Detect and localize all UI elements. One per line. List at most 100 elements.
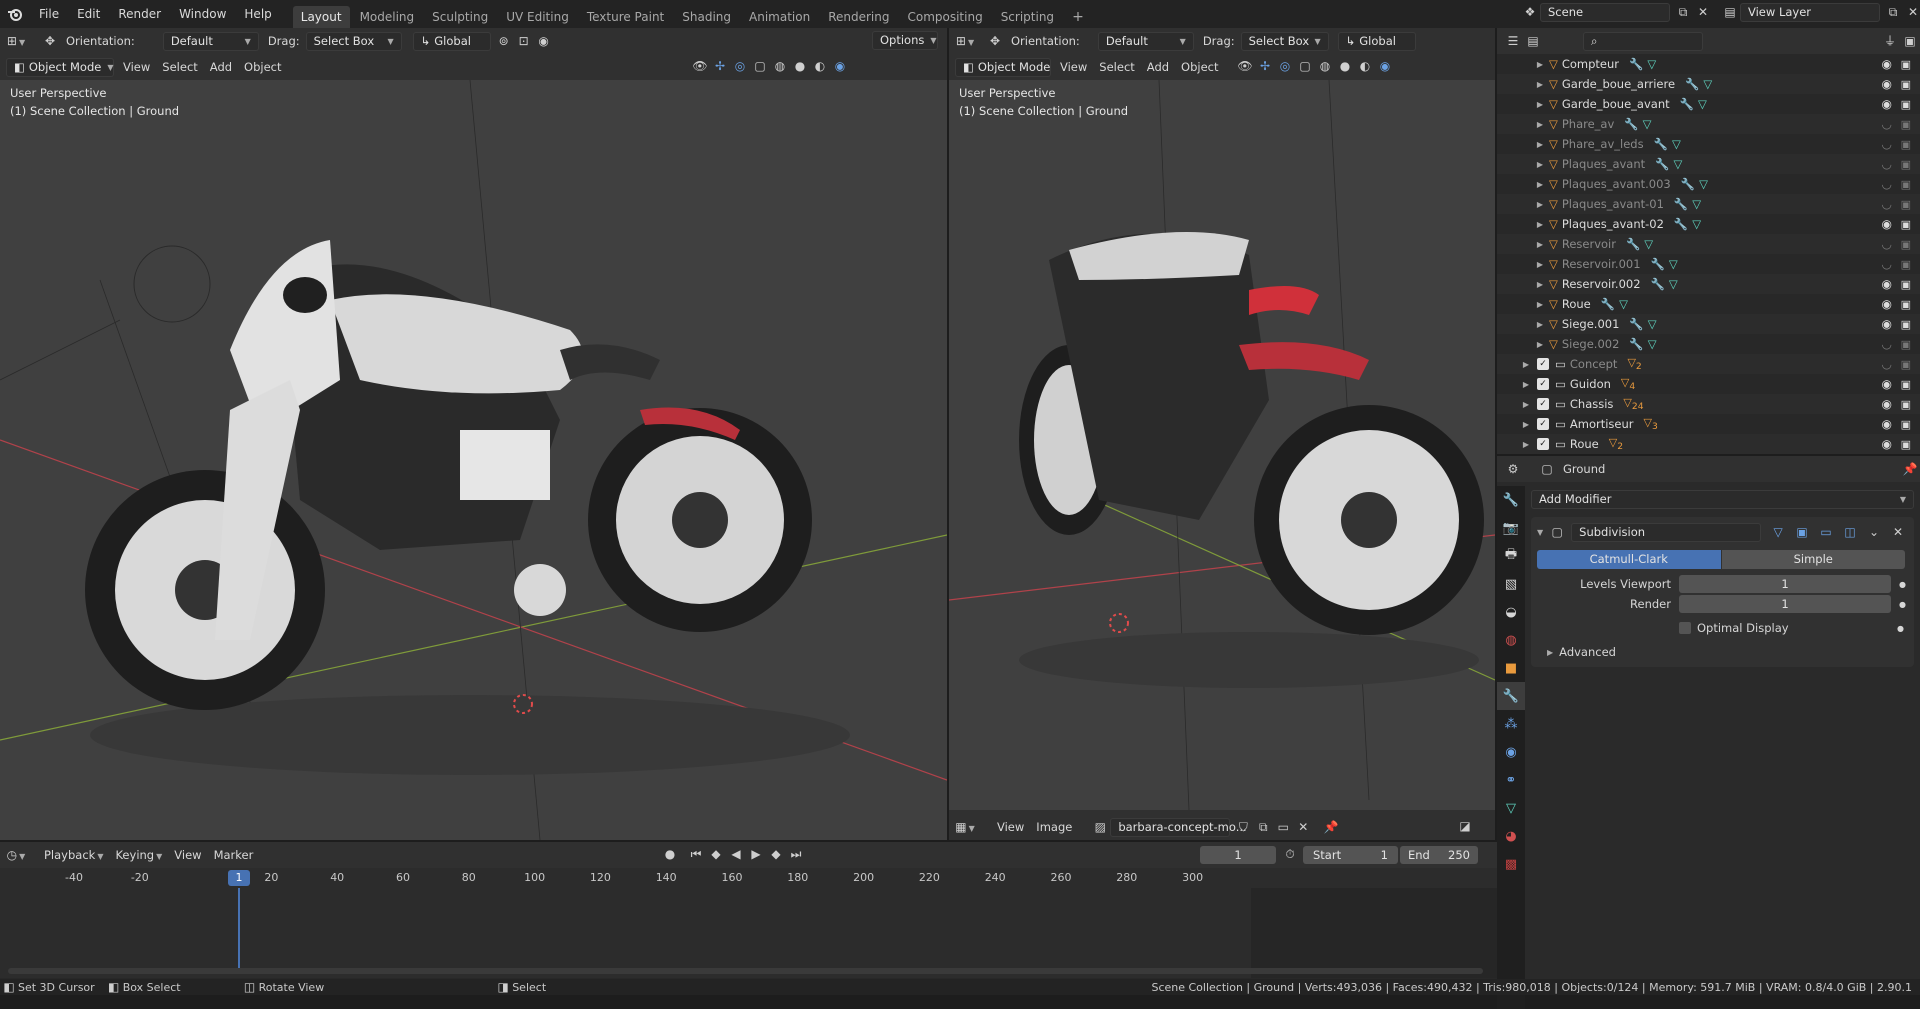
keyframe-dot-icon[interactable]: ● bbox=[1899, 580, 1906, 589]
expand-icon[interactable]: ▶ bbox=[1535, 300, 1545, 309]
add-modifier-dropdown[interactable]: Add Modifier ▼ bbox=[1531, 490, 1914, 509]
expand-icon[interactable]: ▶ bbox=[1535, 60, 1545, 69]
new-image-icon[interactable]: ⧉ bbox=[1253, 818, 1273, 837]
constraints-tab-icon[interactable]: ⚭ bbox=[1497, 766, 1525, 794]
render-camera-icon[interactable]: ▣ bbox=[1901, 58, 1911, 71]
outliner-editor-icon[interactable]: ☰ bbox=[1503, 32, 1523, 51]
render-tab-icon[interactable]: 📷 bbox=[1497, 514, 1525, 542]
outliner-search-input[interactable]: ⌕ bbox=[1583, 31, 1703, 51]
tool-tab-icon[interactable]: 🔧 bbox=[1497, 486, 1525, 514]
exclude-checkbox[interactable]: ✓ bbox=[1537, 438, 1549, 450]
timeline-body[interactable]: -40-201204060801001201401601802002202402… bbox=[0, 868, 1497, 978]
render-camera-icon[interactable]: ▣ bbox=[1901, 398, 1911, 411]
expand-icon[interactable]: ▶ bbox=[1521, 400, 1531, 409]
display-mode-icon[interactable]: ▤ bbox=[1523, 32, 1543, 51]
blender-logo-icon[interactable] bbox=[0, 0, 30, 28]
outliner-object-row[interactable]: ▶ ▽ Compteur 🔧 ▽ ◉ ▣ bbox=[1497, 54, 1920, 74]
expand-icon[interactable]: ▶ bbox=[1535, 280, 1545, 289]
outliner-object-row[interactable]: ▶ ▽ Plaques_avant-02 🔧 ▽ ◉ ▣ bbox=[1497, 214, 1920, 234]
view-layer-field[interactable]: View Layer bbox=[1740, 3, 1880, 22]
render-camera-icon[interactable]: ▣ bbox=[1901, 378, 1911, 391]
levels-viewport-field[interactable]: 1 bbox=[1679, 575, 1891, 593]
start-frame-field[interactable]: Start 1 bbox=[1303, 846, 1398, 864]
rendered-shading-icon[interactable]: ◉ bbox=[830, 57, 850, 76]
exclude-checkbox[interactable]: ✓ bbox=[1537, 418, 1549, 430]
xray-icon[interactable]: ▢ bbox=[1295, 57, 1315, 76]
object-mode-dropdown[interactable]: ◧ Object Mode bbox=[955, 57, 1051, 77]
visibility-eye-icon[interactable]: ◉ bbox=[1882, 377, 1892, 391]
playhead-marker[interactable]: 1 bbox=[228, 870, 250, 886]
particles-tab-icon[interactable]: ⁂ bbox=[1497, 710, 1525, 738]
menu-view[interactable]: View bbox=[991, 820, 1030, 834]
close-icon[interactable]: ✕ bbox=[1888, 523, 1908, 542]
outliner-object-row[interactable]: ▶ ▽ Garde_boue_arriere 🔧 ▽ ◉ ▣ bbox=[1497, 74, 1920, 94]
expand-icon[interactable]: ▶ bbox=[1521, 360, 1531, 369]
expand-icon[interactable]: ▶ bbox=[1535, 200, 1545, 209]
outliner-object-row[interactable]: ▶ ▽ Phare_av 🔧 ▽ ◡ ▣ bbox=[1497, 114, 1920, 134]
tab-modeling[interactable]: Modeling bbox=[352, 6, 423, 28]
outliner-object-row[interactable]: ▶ ▽ Roue 🔧 ▽ ◉ ▣ bbox=[1497, 294, 1920, 314]
xray-icon[interactable]: ▢ bbox=[750, 57, 770, 76]
image-browse-icon[interactable]: ▨ bbox=[1090, 818, 1110, 837]
image-name-field[interactable]: barbara-concept-mo... bbox=[1110, 817, 1247, 837]
menu-view[interactable]: View bbox=[117, 60, 156, 74]
tab-compositing[interactable]: Compositing bbox=[899, 6, 990, 28]
menu-help[interactable]: Help bbox=[235, 0, 280, 28]
tab-rendering[interactable]: Rendering bbox=[820, 6, 897, 28]
visibility-eye-icon[interactable]: ◡ bbox=[1882, 137, 1892, 151]
collapse-icon[interactable]: ▼ bbox=[1537, 528, 1543, 537]
render-camera-icon[interactable]: ▣ bbox=[1901, 78, 1911, 91]
stopwatch-icon[interactable]: ⏱ bbox=[1280, 845, 1300, 864]
exclude-checkbox[interactable]: ✓ bbox=[1537, 378, 1549, 390]
timeline-scrollbar[interactable] bbox=[8, 968, 1483, 974]
visibility-eye-icon[interactable]: ◡ bbox=[1882, 257, 1892, 271]
rendered-shading-icon[interactable]: ◉ bbox=[1375, 57, 1395, 76]
end-frame-field[interactable]: End 250 bbox=[1400, 846, 1478, 864]
outliner-object-row[interactable]: ▶ ▽ Plaques_avant 🔧 ▽ ◡ ▣ bbox=[1497, 154, 1920, 174]
menu-image[interactable]: Image bbox=[1030, 820, 1078, 834]
output-tab-icon[interactable]: 🖶 bbox=[1497, 542, 1525, 570]
visibility-eye-icon[interactable]: ◡ bbox=[1882, 337, 1892, 351]
editor-type-icon[interactable]: ⊞ ▼ bbox=[6, 32, 26, 51]
expand-icon[interactable]: ▶ bbox=[1535, 240, 1545, 249]
visibility-icon[interactable]: 👁 bbox=[1235, 57, 1255, 76]
new-collection-icon[interactable]: ▣ bbox=[1900, 32, 1920, 51]
menu-window[interactable]: Window bbox=[170, 0, 235, 28]
jump-start-icon[interactable]: ⏮ bbox=[686, 845, 706, 864]
options-dropdown[interactable]: Options ▼ bbox=[872, 31, 938, 50]
material-shading-icon[interactable]: ◐ bbox=[810, 57, 830, 76]
outliner-object-row[interactable]: ▶ ▽ Siege.002 🔧 ▽ ◡ ▣ bbox=[1497, 334, 1920, 354]
outliner-object-row[interactable]: ▶ ▽ Siege.001 🔧 ▽ ◉ ▣ bbox=[1497, 314, 1920, 334]
expand-icon[interactable]: ▶ bbox=[1535, 320, 1545, 329]
advanced-subpanel[interactable]: ▶ Advanced bbox=[1537, 645, 1908, 659]
visibility-eye-icon[interactable]: ◉ bbox=[1882, 97, 1892, 111]
tab-texture-paint[interactable]: Texture Paint bbox=[579, 6, 672, 28]
visibility-eye-icon[interactable]: ◉ bbox=[1882, 277, 1892, 291]
menu-playback[interactable]: Playback ▼ bbox=[38, 848, 109, 862]
menu-marker[interactable]: Marker bbox=[208, 848, 260, 862]
expand-icon[interactable]: ▶ bbox=[1535, 220, 1545, 229]
expand-icon[interactable]: ▶ bbox=[1535, 340, 1545, 349]
visibility-eye-icon[interactable]: ◉ bbox=[1882, 317, 1892, 331]
menu-view[interactable]: View bbox=[168, 848, 207, 862]
render-camera-icon[interactable]: ▣ bbox=[1901, 418, 1911, 431]
render-toggle-icon[interactable]: ◫ bbox=[1840, 523, 1860, 542]
render-camera-icon[interactable]: ▣ bbox=[1901, 438, 1911, 451]
edit-mode-toggle-icon[interactable]: ▽ bbox=[1768, 523, 1788, 542]
right-viewport-canvas[interactable]: User Perspective (1) Scene Collection | … bbox=[949, 80, 1495, 810]
expand-icon[interactable]: ▶ bbox=[1535, 120, 1545, 129]
gizmo-icon[interactable]: ✢ bbox=[1255, 57, 1275, 76]
tab-shading[interactable]: Shading bbox=[674, 6, 739, 28]
exclude-checkbox[interactable]: ✓ bbox=[1537, 398, 1549, 410]
transform-gizmo-icon[interactable]: ✥ bbox=[40, 32, 60, 51]
outliner-object-row[interactable]: ▶ ▽ Plaques_avant-01 🔧 ▽ ◡ ▣ bbox=[1497, 194, 1920, 214]
outliner-collection-row[interactable]: ▶ ✓ ▭ Roue ▽2 ◉ ▣ bbox=[1497, 434, 1920, 454]
cage-toggle-icon[interactable]: ▣ bbox=[1792, 523, 1812, 542]
transform-orientation-dropdown[interactable]: ↳ Global bbox=[1337, 31, 1416, 51]
modifier-tab-icon[interactable]: 🔧 bbox=[1497, 682, 1525, 710]
outliner-object-row[interactable]: ▶ ▽ Reservoir 🔧 ▽ ◡ ▣ bbox=[1497, 234, 1920, 254]
outliner-object-row[interactable]: ▶ ▽ Reservoir.002 🔧 ▽ ◉ ▣ bbox=[1497, 274, 1920, 294]
left-viewport-canvas[interactable]: User Perspective (1) Scene Collection | … bbox=[0, 80, 947, 840]
new-view-layer-icon[interactable]: ⧉ bbox=[1883, 3, 1903, 22]
play-reverse-icon[interactable]: ◀ bbox=[726, 845, 746, 864]
